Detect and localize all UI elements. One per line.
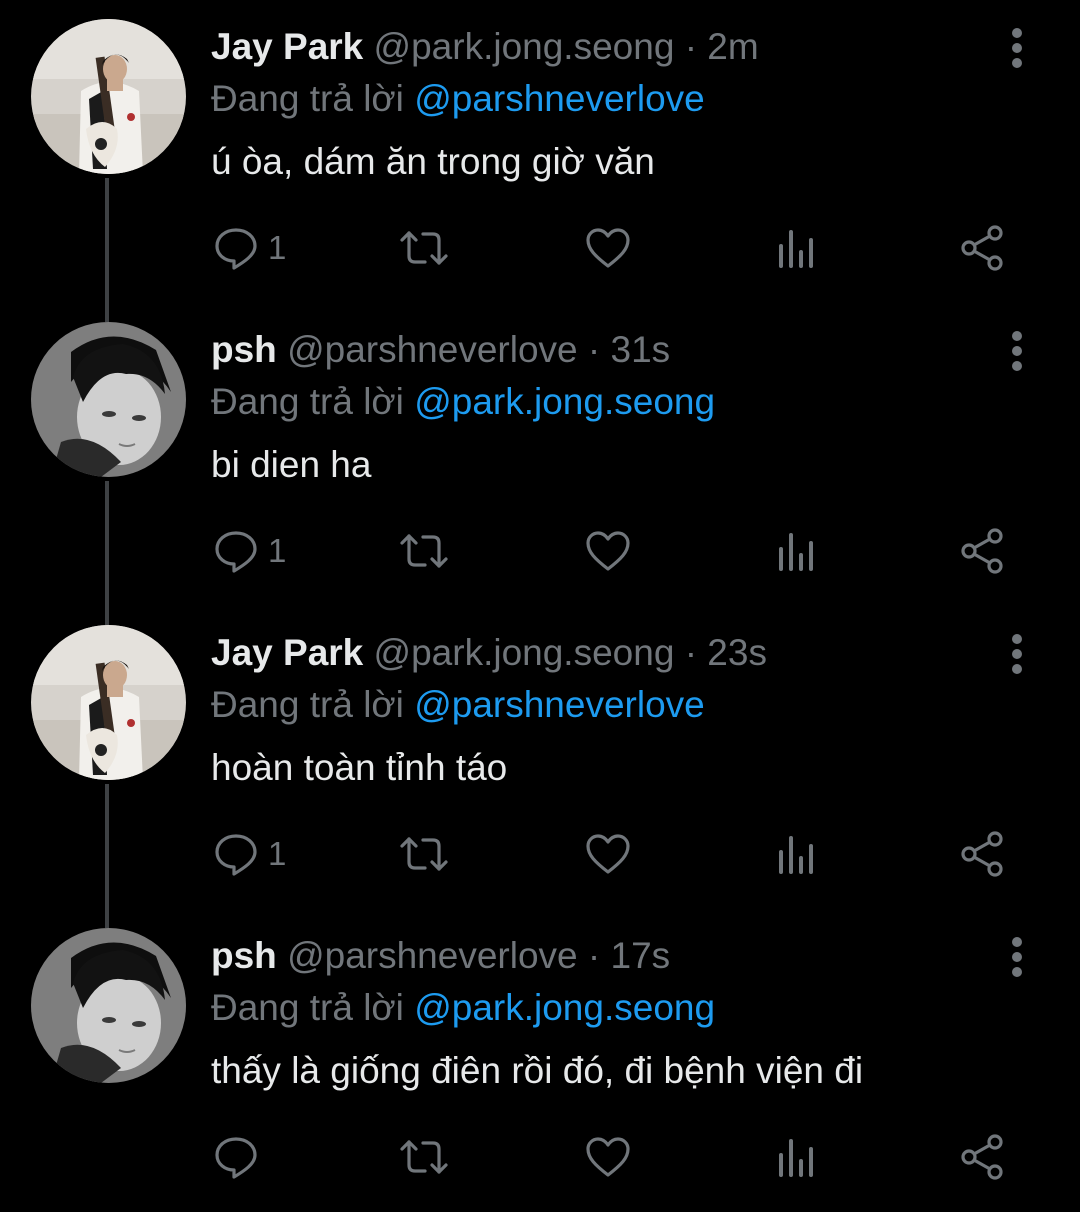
reply-icon [215, 228, 257, 270]
reply-button[interactable] [214, 1129, 268, 1185]
share-icon [961, 1134, 1003, 1180]
tweet-header: Jay Park @park.jong.seong · 2m [211, 24, 759, 70]
timestamp[interactable]: 23s [707, 632, 767, 673]
more-icon [1012, 331, 1022, 371]
more-options-button[interactable] [1000, 630, 1034, 678]
views-icon [779, 230, 813, 268]
tweet[interactable]: Jay Park @park.jong.seong · 2m Đang trả … [0, 0, 1080, 303]
author-name[interactable]: psh [211, 329, 277, 370]
tweet-header: Jay Park @park.jong.seong · 23s [211, 630, 767, 676]
author-handle[interactable]: @parshneverlove [287, 935, 578, 976]
author-name[interactable]: psh [211, 935, 277, 976]
author-name[interactable]: Jay Park [211, 632, 363, 673]
more-icon [1012, 937, 1022, 977]
author-handle[interactable]: @parshneverlove [287, 329, 578, 370]
meta-separator: · [684, 632, 698, 673]
tweet-header: psh @parshneverlove · 31s [211, 327, 670, 373]
reply-icon [215, 834, 257, 876]
avatar[interactable] [31, 625, 186, 780]
replying-to-mention[interactable]: @parshneverlove [414, 684, 705, 725]
reply-icon [215, 531, 257, 573]
tweet-text: thấy là giống điên rồi đó, đi bệnh viện … [211, 1050, 864, 1091]
more-options-button[interactable] [1000, 933, 1034, 981]
like-button[interactable] [585, 523, 631, 579]
avatar[interactable] [31, 928, 186, 1083]
replying-to-label: Đang trả lời [211, 78, 404, 119]
views-icon [779, 1139, 813, 1177]
views-icon [779, 533, 813, 571]
like-icon [586, 228, 630, 268]
like-button[interactable] [585, 826, 631, 882]
replying-to-label: Đang trả lời [211, 381, 404, 422]
like-button[interactable] [585, 220, 631, 276]
like-icon [586, 834, 630, 874]
retweet-icon [400, 231, 448, 265]
retweet-icon [400, 837, 448, 871]
more-options-button[interactable] [1000, 327, 1034, 375]
views-button[interactable] [777, 1129, 815, 1185]
share-button[interactable] [960, 523, 1004, 579]
share-icon [961, 528, 1003, 574]
reply-count: 1 [268, 835, 287, 872]
retweet-button[interactable] [398, 523, 450, 579]
tweet-text: ú òa, dám ăn trong giờ văn [211, 141, 655, 182]
tweet-header: psh @parshneverlove · 17s [211, 933, 670, 979]
author-handle[interactable]: @park.jong.seong [374, 26, 675, 67]
meta-separator: · [684, 26, 698, 67]
retweet-button[interactable] [398, 826, 450, 882]
reply-count: 1 [268, 532, 287, 569]
avatar[interactable] [31, 322, 186, 477]
replying-to-line: Đang trả lời @parshneverlove [211, 682, 705, 728]
like-icon [586, 531, 630, 571]
tweet[interactable]: psh @parshneverlove · 17s Đang trả lời @… [0, 909, 1080, 1212]
tweet-text: hoàn toàn tỉnh táo [211, 747, 508, 788]
reply-button[interactable]: 1 [214, 220, 286, 276]
views-button[interactable] [777, 220, 815, 276]
reply-count: 1 [268, 229, 287, 266]
retweet-icon [400, 534, 448, 568]
timestamp[interactable]: 31s [611, 329, 671, 370]
share-icon [961, 831, 1003, 877]
replying-to-line: Đang trả lời @park.jong.seong [211, 985, 715, 1031]
share-button[interactable] [960, 220, 1004, 276]
replying-to-mention[interactable]: @park.jong.seong [414, 381, 715, 422]
views-button[interactable] [777, 826, 815, 882]
meta-separator: · [587, 329, 601, 370]
replying-to-line: Đang trả lời @parshneverlove [211, 76, 705, 122]
like-button[interactable] [585, 1129, 631, 1185]
views-button[interactable] [777, 523, 815, 579]
views-icon [779, 836, 813, 874]
reply-icon [215, 1137, 257, 1179]
timestamp[interactable]: 2m [707, 26, 758, 67]
reply-button[interactable]: 1 [214, 826, 286, 882]
replying-to-label: Đang trả lời [211, 987, 404, 1028]
retweet-button[interactable] [398, 220, 450, 276]
author-name[interactable]: Jay Park [211, 26, 363, 67]
retweet-icon [400, 1140, 448, 1174]
avatar[interactable] [31, 19, 186, 174]
replying-to-mention[interactable]: @parshneverlove [414, 78, 705, 119]
more-icon [1012, 28, 1022, 68]
share-button[interactable] [960, 1129, 1004, 1185]
tweet[interactable]: Jay Park @park.jong.seong · 23s Đang trả… [0, 606, 1080, 909]
author-handle[interactable]: @park.jong.seong [374, 632, 675, 673]
timestamp[interactable]: 17s [611, 935, 671, 976]
like-icon [586, 1137, 630, 1177]
more-options-button[interactable] [1000, 24, 1034, 72]
tweet[interactable]: psh @parshneverlove · 31s Đang trả lời @… [0, 303, 1080, 606]
replying-to-line: Đang trả lời @park.jong.seong [211, 379, 715, 425]
reply-button[interactable]: 1 [214, 523, 286, 579]
share-icon [961, 225, 1003, 271]
more-icon [1012, 634, 1022, 674]
share-button[interactable] [960, 826, 1004, 882]
replying-to-mention[interactable]: @park.jong.seong [414, 987, 715, 1028]
retweet-button[interactable] [398, 1129, 450, 1185]
meta-separator: · [587, 935, 601, 976]
replying-to-label: Đang trả lời [211, 684, 404, 725]
tweet-text: bi dien ha [211, 444, 372, 485]
